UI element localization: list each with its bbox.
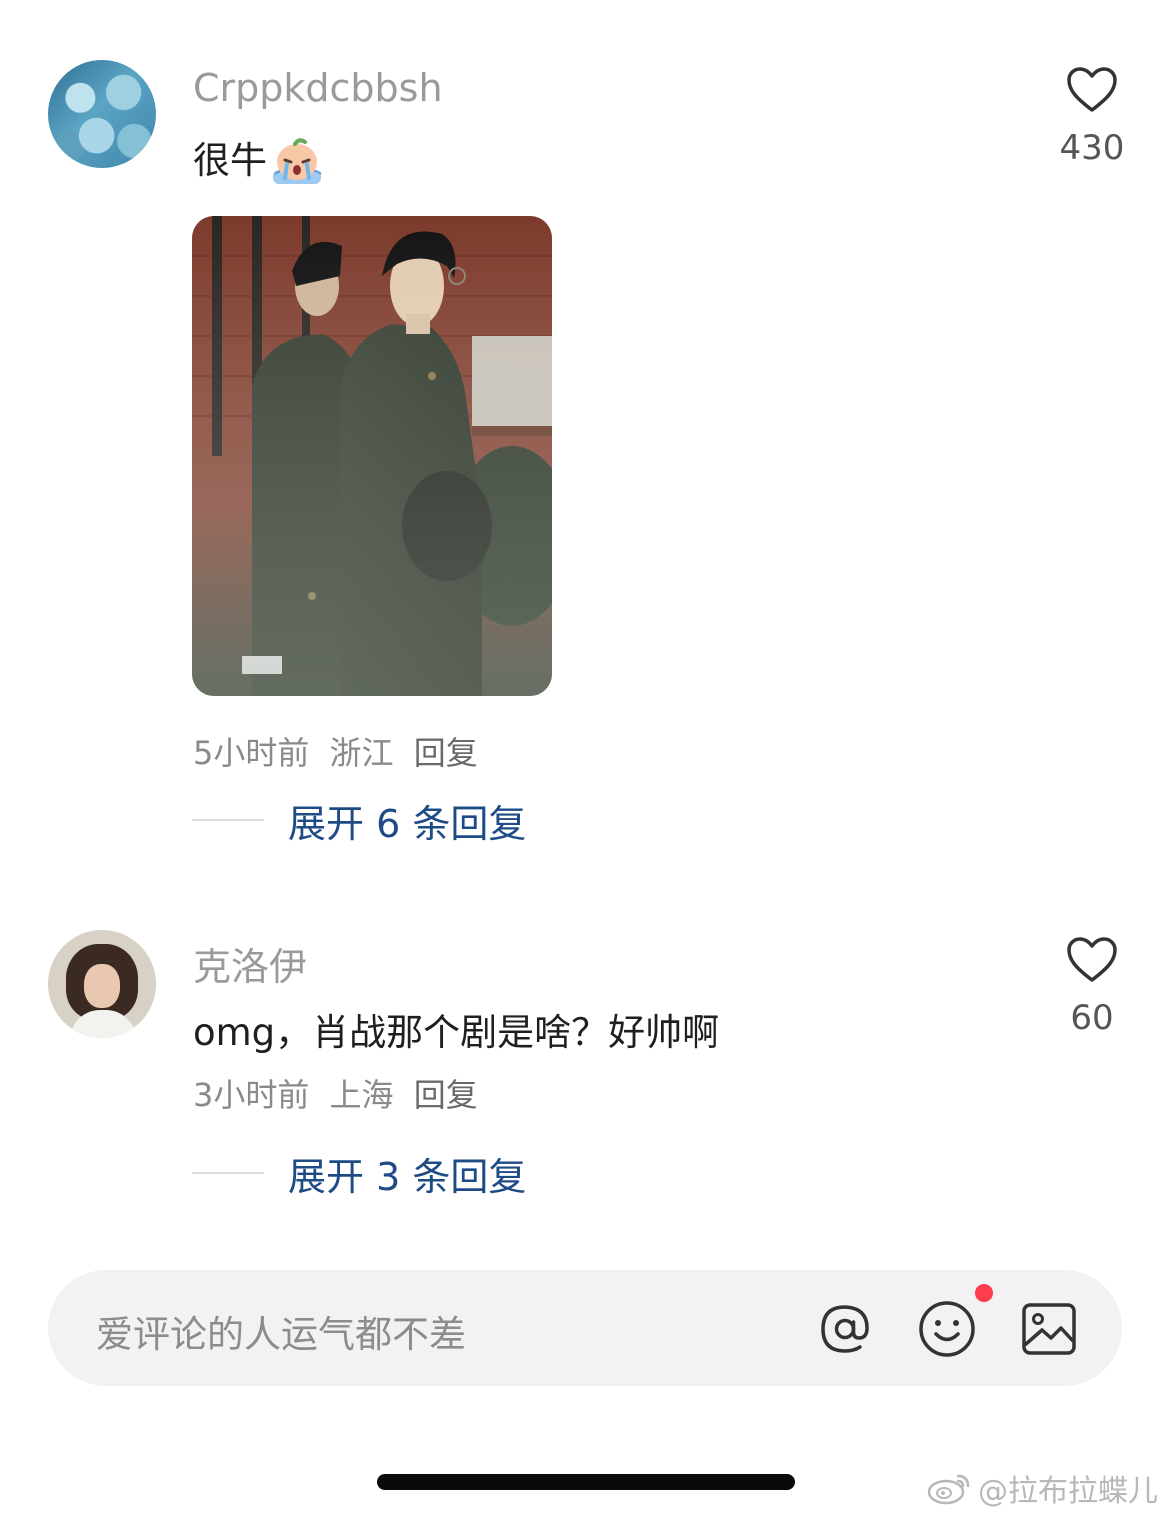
comment-input-bar[interactable]: 爱评论的人运气都不差 <box>48 1270 1122 1386</box>
comment-image[interactable] <box>192 216 552 696</box>
watermark: @拉布拉蝶儿 <box>926 1466 1158 1510</box>
comment-text: omg，肖战那个剧是啥？好帅啊 <box>193 1011 720 1054</box>
crying-peach-emoji-icon <box>273 137 322 184</box>
image-icon[interactable] <box>1018 1298 1080 1360</box>
like-count: 60 <box>1070 998 1114 1038</box>
divider <box>192 819 264 821</box>
at-icon[interactable] <box>814 1298 876 1360</box>
like-count: 430 <box>1059 128 1125 168</box>
comment-time: 3小时前 <box>193 1076 310 1114</box>
comment-username[interactable]: 克洛伊 <box>193 936 307 991</box>
comment-location: 浙江 <box>329 734 394 772</box>
weibo-logo-icon <box>927 1474 970 1505</box>
avatar[interactable] <box>48 60 156 168</box>
divider <box>192 1172 264 1174</box>
reply-button[interactable]: 回复 <box>414 734 478 772</box>
reply-button[interactable]: 回复 <box>414 1076 478 1114</box>
comment-text: 很牛 <box>193 130 325 188</box>
comment-meta: 5小时前 浙江 回复 <box>193 728 488 774</box>
expand-replies[interactable]: 展开 3 条回复 <box>192 1146 526 1201</box>
comment-text-content: 很牛 <box>193 139 267 182</box>
avatar-face <box>84 964 120 1008</box>
like-button[interactable]: 430 <box>1050 66 1134 168</box>
heart-icon <box>1067 67 1117 112</box>
expand-replies-label[interactable]: 展开 3 条回复 <box>288 1146 526 1201</box>
avatar[interactable] <box>48 930 156 1038</box>
comment-meta: 3小时前 上海 回复 <box>193 1070 488 1116</box>
comment-time: 5小时前 <box>193 734 310 772</box>
heart-icon <box>1067 937 1117 982</box>
expand-replies[interactable]: 展开 6 条回复 <box>192 793 526 848</box>
photo-soldiers-in-uniform <box>192 216 552 696</box>
like-button[interactable]: 60 <box>1050 936 1134 1038</box>
notification-dot <box>975 1284 993 1302</box>
comment-location: 上海 <box>329 1076 394 1114</box>
watermark-text: @拉布拉蝶儿 <box>978 1474 1158 1509</box>
expand-replies-label[interactable]: 展开 6 条回复 <box>288 793 526 848</box>
emoji-icon[interactable] <box>916 1298 978 1360</box>
comment-username[interactable]: Crppkdcbbsh <box>193 66 443 110</box>
home-indicator[interactable] <box>377 1474 795 1490</box>
comment-input-placeholder[interactable]: 爱评论的人运气都不差 <box>96 1304 466 1358</box>
